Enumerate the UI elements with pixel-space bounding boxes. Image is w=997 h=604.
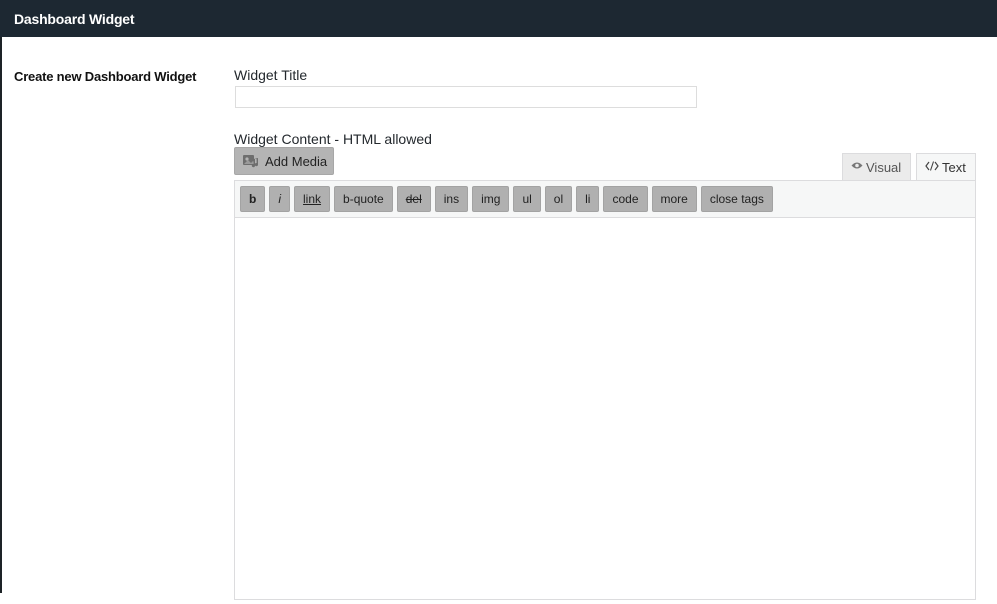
qt-bold-button[interactable]: b xyxy=(240,186,266,212)
qt-li-button[interactable]: li xyxy=(576,186,600,212)
widget-content-textarea[interactable] xyxy=(235,218,975,599)
qt-link-button[interactable]: link xyxy=(294,186,331,212)
qt-close-tags-button[interactable]: close tags xyxy=(700,186,773,212)
widget-title-input[interactable] xyxy=(235,86,697,108)
form-row-label: Create new Dashboard Widget xyxy=(14,69,197,84)
widget-title-label: Widget Title xyxy=(234,67,308,83)
qt-ins-button[interactable]: ins xyxy=(434,186,469,212)
qt-code-button[interactable]: code xyxy=(603,186,648,212)
qt-ol-button[interactable]: ol xyxy=(544,186,573,212)
code-icon xyxy=(925,161,939,174)
tab-text-label: Text xyxy=(942,160,966,175)
tab-visual[interactable]: Visual xyxy=(842,153,911,180)
qt-img-button[interactable]: img xyxy=(472,186,510,212)
eye-icon xyxy=(851,161,863,173)
tab-visual-label: Visual xyxy=(866,159,902,175)
qt-del-button[interactable]: del xyxy=(396,186,431,212)
qt-more-button[interactable]: more xyxy=(651,186,697,212)
header-bar: Dashboard Widget xyxy=(0,0,997,37)
page-title: Dashboard Widget xyxy=(14,10,135,27)
editor-container: b i link b-quote del ins img ul ol li co… xyxy=(234,180,976,600)
add-media-label: Add Media xyxy=(265,153,328,169)
qt-blockquote-button[interactable]: b-quote xyxy=(334,186,393,212)
quicktags-toolbar: b i link b-quote del ins img ul ol li co… xyxy=(235,181,975,218)
qt-ul-button[interactable]: ul xyxy=(513,186,541,212)
widget-content-label: Widget Content - HTML allowed xyxy=(234,131,432,147)
add-media-button[interactable]: Add Media xyxy=(234,147,334,175)
media-icon xyxy=(242,153,260,169)
qt-italic-button[interactable]: i xyxy=(269,186,291,212)
tab-text[interactable]: Text xyxy=(916,153,976,181)
